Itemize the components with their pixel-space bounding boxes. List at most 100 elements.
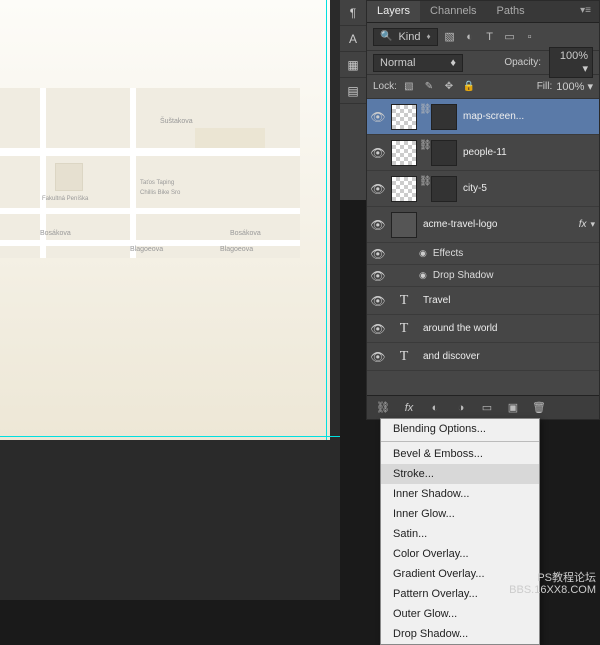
layer-row[interactable]: 👁 T Travel <box>367 287 599 315</box>
visibility-toggle[interactable]: 👁 <box>367 322 389 336</box>
guide-horizontal[interactable] <box>0 436 340 437</box>
layer-row[interactable]: 👁 acme-travel-logo fx▾ <box>367 207 599 243</box>
menu-blending-options[interactable]: Blending Options... <box>381 419 539 439</box>
map-label: Blagoeova <box>220 246 253 253</box>
blend-mode-row: Normal♦ Opacity: 100% ▾ <box>367 51 599 75</box>
menu-satin[interactable]: Satin... <box>381 524 539 544</box>
visibility-toggle[interactable]: 👁 <box>367 350 389 364</box>
menu-inner-shadow[interactable]: Inner Shadow... <box>381 484 539 504</box>
paragraph-panel-icon[interactable]: ¶ <box>340 0 366 26</box>
delete-layer-button[interactable]: 🗑 <box>529 399 549 417</box>
layer-name[interactable]: around the world <box>423 323 595 334</box>
layers-list: 👁 ⛓ map-screen... 👁 ⛓ people-11 👁 ⛓ city… <box>367 99 599 371</box>
character-panel-icon[interactable]: A <box>340 26 366 52</box>
layer-mask-thumbnail[interactable] <box>431 104 457 130</box>
visibility-toggle[interactable]: 👁 <box>367 146 389 160</box>
filter-adjust-icon[interactable]: ◐ <box>462 29 478 45</box>
guide-vertical[interactable] <box>326 0 327 440</box>
adjustment-button[interactable]: ◑ <box>451 399 471 417</box>
filter-kind-select[interactable]: 🔍 Kind ♦ <box>373 28 438 46</box>
layer-row[interactable]: 👁 T around the world <box>367 315 599 343</box>
layer-mask-thumbnail[interactable] <box>431 140 457 166</box>
mask-button[interactable]: ◐ <box>425 399 445 417</box>
watermark: PS教程论坛 BBS.16XX8.COM <box>509 572 596 596</box>
fx-button[interactable]: fx <box>399 399 419 417</box>
filter-pixel-icon[interactable]: ▧ <box>442 29 458 45</box>
opacity-label: Opacity: <box>504 57 541 68</box>
layer-row[interactable]: 👁 ⛓ city-5 <box>367 171 599 207</box>
text-layer-icon: T <box>391 290 417 312</box>
visibility-toggle[interactable]: 👁 <box>367 182 389 196</box>
menu-outer-glow[interactable]: Outer Glow... <box>381 604 539 624</box>
visibility-toggle[interactable]: 👁 <box>367 269 389 283</box>
effect-drop-shadow[interactable]: 👁◉Drop Shadow <box>367 265 599 287</box>
lock-transparency-icon[interactable]: ▧ <box>401 79 417 95</box>
map-label: Šuštakova <box>160 118 193 125</box>
document[interactable]: Šuštakova Bosákova Bosákova Blagoeova Bl… <box>0 0 330 440</box>
menu-color-overlay[interactable]: Color Overlay... <box>381 544 539 564</box>
menu-bevel-emboss[interactable]: Bevel & Emboss... <box>381 444 539 464</box>
panel-tabs: Layers Channels Paths ▾≡ <box>367 1 599 23</box>
menu-drop-shadow[interactable]: Drop Shadow... <box>381 624 539 644</box>
layer-name[interactable]: Travel <box>423 295 595 306</box>
fx-badge[interactable]: fx <box>579 219 587 230</box>
layer-thumbnail[interactable] <box>391 104 417 130</box>
layer-thumbnail[interactable] <box>391 176 417 202</box>
layer-name[interactable]: city-5 <box>463 183 595 194</box>
layer-row[interactable]: 👁 T and discover <box>367 343 599 371</box>
layer-row[interactable]: 👁 ⛓ people-11 <box>367 135 599 171</box>
layer-thumbnail[interactable] <box>391 140 417 166</box>
lock-position-icon[interactable]: ✥ <box>441 79 457 95</box>
visibility-toggle[interactable]: 👁 <box>367 110 389 124</box>
layer-name[interactable]: acme-travel-logo <box>423 219 579 230</box>
layer-thumbnail[interactable] <box>391 212 417 238</box>
opacity-input[interactable]: 100% ▾ <box>549 47 593 78</box>
fill-label: Fill: <box>537 81 553 92</box>
map-label: Taťos Taping <box>140 180 174 186</box>
lock-all-icon[interactable]: 🔒 <box>461 79 477 95</box>
chevron-down-icon[interactable]: ▾ <box>590 219 595 230</box>
layer-name[interactable]: map-screen... <box>463 111 595 122</box>
layer-row[interactable]: 👁 ⛓ map-screen... <box>367 99 599 135</box>
layers-panel: Layers Channels Paths ▾≡ 🔍 Kind ♦ ▧ ◐ T … <box>366 0 600 420</box>
lock-row: Lock: ▧ ✎ ✥ 🔒 Fill: 100% ▾ <box>367 75 599 99</box>
map-layer: Šuštakova Bosákova Bosákova Blagoeova Bl… <box>0 88 300 258</box>
panel-icon[interactable]: ▤ <box>340 78 366 104</box>
effects-row[interactable]: 👁◉Effects <box>367 243 599 265</box>
filter-kind-label: Kind <box>398 31 420 43</box>
blend-mode-select[interactable]: Normal♦ <box>373 54 463 72</box>
visibility-toggle[interactable]: 👁 <box>367 218 389 232</box>
panel-menu-icon[interactable]: ▾≡ <box>572 1 599 22</box>
mask-link-icon[interactable]: ⛓ <box>419 104 429 130</box>
menu-stroke[interactable]: Stroke... <box>381 464 539 484</box>
filter-type-icon[interactable]: T <box>482 29 498 45</box>
tab-channels[interactable]: Channels <box>420 1 486 22</box>
text-layer-icon: T <box>391 318 417 340</box>
filter-shape-icon[interactable]: ▭ <box>502 29 518 45</box>
visibility-toggle[interactable]: 👁 <box>367 247 389 261</box>
menu-inner-glow[interactable]: Inner Glow... <box>381 504 539 524</box>
tab-layers[interactable]: Layers <box>367 1 420 22</box>
map-label: Fakultná Peníška <box>42 196 88 202</box>
map-label: Blagoeova <box>130 246 163 253</box>
new-layer-button[interactable]: ▣ <box>503 399 523 417</box>
map-label: Chillis Bike Sro <box>140 190 180 196</box>
text-layer-icon: T <box>391 346 417 368</box>
fx-context-menu: Blending Options... Bevel & Emboss... St… <box>380 418 540 645</box>
lock-pixels-icon[interactable]: ✎ <box>421 79 437 95</box>
layer-name[interactable]: people-11 <box>463 147 595 158</box>
layer-name[interactable]: and discover <box>423 351 595 362</box>
tab-paths[interactable]: Paths <box>487 1 535 22</box>
canvas-area[interactable]: Šuštakova Bosákova Bosákova Blagoeova Bl… <box>0 0 340 600</box>
collapsed-panel-dock[interactable]: ¶ A ▦ ▤ <box>340 0 366 200</box>
filter-smart-icon[interactable]: ▫ <box>522 29 538 45</box>
swatches-panel-icon[interactable]: ▦ <box>340 52 366 78</box>
layers-panel-footer: ⛓ fx ◐ ◑ ▭ ▣ 🗑 <box>367 395 599 419</box>
visibility-toggle[interactable]: 👁 <box>367 294 389 308</box>
group-button[interactable]: ▭ <box>477 399 497 417</box>
map-label: Bosákova <box>230 230 261 237</box>
layer-mask-thumbnail[interactable] <box>431 176 457 202</box>
link-layers-button[interactable]: ⛓ <box>373 399 393 417</box>
fill-input[interactable]: 100% ▾ <box>556 80 593 93</box>
lock-label: Lock: <box>373 81 397 92</box>
